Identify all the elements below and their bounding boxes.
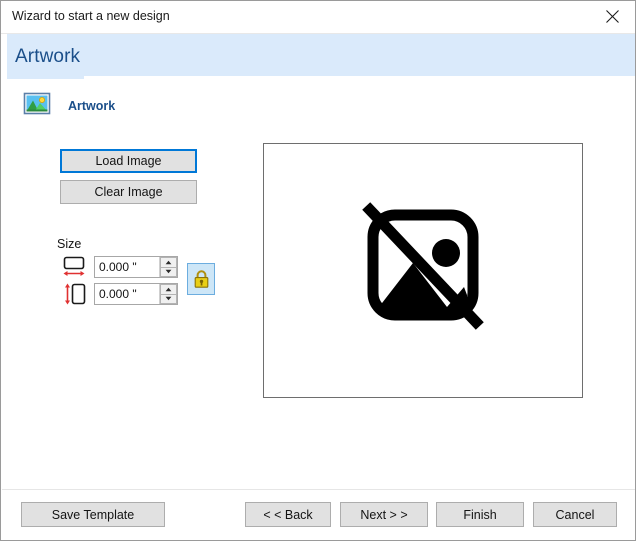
finish-button[interactable]: Finish	[436, 502, 524, 527]
height-stepper[interactable]: 0.000 "	[94, 283, 178, 305]
height-spinner-up[interactable]	[160, 284, 177, 295]
height-spinner-buttons[interactable]	[159, 284, 177, 304]
dialog-footer: Save Template < < Back Next > > Finish C…	[2, 489, 635, 540]
spinner-down-icon	[165, 297, 172, 301]
width-dimension-icon	[62, 255, 88, 279]
clear-image-button[interactable]: Clear Image	[60, 180, 197, 204]
picture-icon	[23, 92, 51, 116]
spinner-up-icon	[165, 287, 172, 291]
height-dimension-icon	[62, 282, 88, 306]
save-template-button[interactable]: Save Template	[21, 502, 165, 527]
close-button[interactable]	[590, 1, 635, 32]
spinner-down-icon	[165, 270, 172, 274]
width-spinner-up[interactable]	[160, 257, 177, 268]
wizard-dialog: Wizard to start a new design Artwork Art…	[0, 0, 636, 541]
height-spinner-down[interactable]	[160, 294, 177, 304]
cancel-button[interactable]: Cancel	[533, 502, 617, 527]
size-group-label: Size	[57, 237, 82, 251]
width-spinner-down[interactable]	[160, 267, 177, 277]
page-title: Artwork	[15, 46, 81, 67]
height-value: 0.000 "	[99, 287, 137, 301]
aspect-ratio-lock-button[interactable]	[187, 263, 215, 295]
next-button[interactable]: Next > >	[340, 502, 428, 527]
section-title: Artwork	[68, 99, 116, 113]
spinner-up-icon	[165, 260, 172, 264]
wizard-header-band	[7, 34, 635, 76]
width-stepper[interactable]: 0.000 "	[94, 256, 178, 278]
back-button[interactable]: < < Back	[245, 502, 331, 527]
no-image-icon	[362, 201, 484, 330]
lock-closed-icon	[194, 270, 208, 288]
title-bar: Wizard to start a new design	[1, 1, 635, 34]
close-icon	[606, 10, 619, 23]
window-title: Wizard to start a new design	[12, 9, 170, 23]
width-value: 0.000 "	[99, 260, 137, 274]
image-preview-panel[interactable]	[263, 143, 583, 398]
width-spinner-buttons[interactable]	[159, 257, 177, 277]
load-image-button[interactable]: Load Image	[60, 149, 197, 173]
